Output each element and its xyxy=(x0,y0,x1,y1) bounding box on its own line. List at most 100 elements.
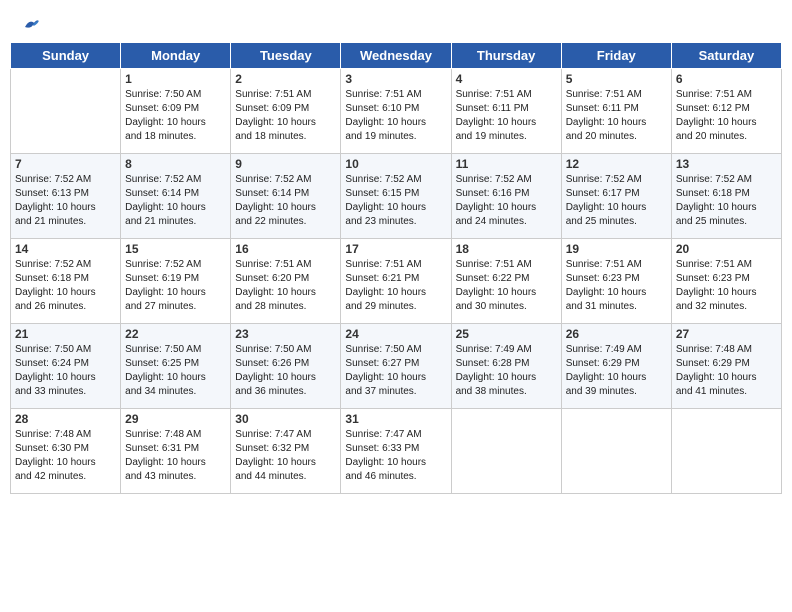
day-info: Sunrise: 7:51 AMSunset: 6:21 PMDaylight:… xyxy=(345,258,446,314)
calendar-cell: 27 Sunrise: 7:48 AMSunset: 6:29 PMDayligh… xyxy=(671,324,781,409)
day-info: Sunrise: 7:52 AMSunset: 6:18 PMDaylight:… xyxy=(15,258,116,314)
day-number: 17 xyxy=(345,242,446,256)
day-number: 9 xyxy=(235,157,336,171)
day-number: 18 xyxy=(456,242,557,256)
day-number: 25 xyxy=(456,327,557,341)
day-info: Sunrise: 7:52 AMSunset: 6:17 PMDaylight:… xyxy=(566,173,667,229)
calendar-cell: 26 Sunrise: 7:49 AMSunset: 6:29 PMDayligh… xyxy=(561,324,671,409)
day-number: 6 xyxy=(676,72,777,86)
day-info: Sunrise: 7:50 AMSunset: 6:26 PMDaylight:… xyxy=(235,343,336,399)
day-info: Sunrise: 7:52 AMSunset: 6:13 PMDaylight:… xyxy=(15,173,116,229)
day-number: 5 xyxy=(566,72,667,86)
calendar-cell: 18 Sunrise: 7:51 AMSunset: 6:22 PMDayligh… xyxy=(451,239,561,324)
calendar-cell: 13Sunrise: 7:52 AMSunset: 6:18 PMDayligh… xyxy=(671,154,781,239)
day-number: 24 xyxy=(345,327,446,341)
calendar-cell: 29 Sunrise: 7:48 AMSunset: 6:31 PMDayligh… xyxy=(121,409,231,494)
day-info: Sunrise: 7:52 AMSunset: 6:14 PMDaylight:… xyxy=(235,173,336,229)
calendar-cell: 19Sunrise: 7:51 AMSunset: 6:23 PMDayligh… xyxy=(561,239,671,324)
calendar-table: SundayMondayTuesdayWednesdayThursdayFrid… xyxy=(10,42,782,494)
day-info: Sunrise: 7:49 AMSunset: 6:28 PMDaylight:… xyxy=(456,343,557,399)
day-info: Sunrise: 7:50 AMSunset: 6:27 PMDaylight:… xyxy=(345,343,446,399)
day-info: Sunrise: 7:48 AMSunset: 6:29 PMDaylight:… xyxy=(676,343,777,399)
page-header xyxy=(10,10,782,34)
calendar-cell: 15 Sunrise: 7:52 AMSunset: 6:19 PMDayligh… xyxy=(121,239,231,324)
day-number: 26 xyxy=(566,327,667,341)
day-info: Sunrise: 7:51 AMSunset: 6:10 PMDaylight:… xyxy=(345,88,446,144)
weekday-header-monday: Monday xyxy=(121,43,231,69)
day-info: Sunrise: 7:47 AMSunset: 6:32 PMDaylight:… xyxy=(235,428,336,484)
day-number: 1 xyxy=(125,72,226,86)
day-info: Sunrise: 7:50 AMSunset: 6:09 PMDaylight:… xyxy=(125,88,226,144)
calendar-cell: 20Sunrise: 7:51 AMSunset: 6:23 PMDayligh… xyxy=(671,239,781,324)
calendar-cell: 7Sunrise: 7:52 AMSunset: 6:13 PMDaylight… xyxy=(11,154,121,239)
weekday-header-row: SundayMondayTuesdayWednesdayThursdayFrid… xyxy=(11,43,782,69)
day-number: 3 xyxy=(345,72,446,86)
day-number: 27 xyxy=(676,327,777,341)
calendar-cell: 10 Sunrise: 7:52 AMSunset: 6:15 PMDayligh… xyxy=(341,154,451,239)
day-number: 8 xyxy=(125,157,226,171)
day-info: Sunrise: 7:50 AMSunset: 6:25 PMDaylight:… xyxy=(125,343,226,399)
day-info: Sunrise: 7:52 AMSunset: 6:16 PMDaylight:… xyxy=(456,173,557,229)
calendar-cell: 6 Sunrise: 7:51 AMSunset: 6:12 PMDaylight… xyxy=(671,69,781,154)
calendar-cell: 4 Sunrise: 7:51 AMSunset: 6:11 PMDaylight… xyxy=(451,69,561,154)
day-info: Sunrise: 7:48 AMSunset: 6:30 PMDaylight:… xyxy=(15,428,116,484)
calendar-cell: 22Sunrise: 7:50 AMSunset: 6:25 PMDayligh… xyxy=(121,324,231,409)
calendar-cell: 21 Sunrise: 7:50 AMSunset: 6:24 PMDayligh… xyxy=(11,324,121,409)
weekday-header-thursday: Thursday xyxy=(451,43,561,69)
logo-bird-icon xyxy=(22,15,40,33)
calendar-cell xyxy=(671,409,781,494)
day-info: Sunrise: 7:51 AMSunset: 6:22 PMDaylight:… xyxy=(456,258,557,314)
day-number: 16 xyxy=(235,242,336,256)
calendar-cell: 14 Sunrise: 7:52 AMSunset: 6:18 PMDayligh… xyxy=(11,239,121,324)
day-number: 21 xyxy=(15,327,116,341)
day-number: 23 xyxy=(235,327,336,341)
calendar-cell: 17 Sunrise: 7:51 AMSunset: 6:21 PMDayligh… xyxy=(341,239,451,324)
weekday-header-saturday: Saturday xyxy=(671,43,781,69)
calendar-cell: 25 Sunrise: 7:49 AMSunset: 6:28 PMDayligh… xyxy=(451,324,561,409)
day-info: Sunrise: 7:48 AMSunset: 6:31 PMDaylight:… xyxy=(125,428,226,484)
day-info: Sunrise: 7:51 AMSunset: 6:20 PMDaylight:… xyxy=(235,258,336,314)
day-info: Sunrise: 7:52 AMSunset: 6:15 PMDaylight:… xyxy=(345,173,446,229)
day-number: 14 xyxy=(15,242,116,256)
day-number: 28 xyxy=(15,412,116,426)
calendar-cell: 8 Sunrise: 7:52 AMSunset: 6:14 PMDaylight… xyxy=(121,154,231,239)
day-info: Sunrise: 7:52 AMSunset: 6:14 PMDaylight:… xyxy=(125,173,226,229)
calendar-cell: 23 Sunrise: 7:50 AMSunset: 6:26 PMDayligh… xyxy=(231,324,341,409)
day-info: Sunrise: 7:51 AMSunset: 6:12 PMDaylight:… xyxy=(676,88,777,144)
weekday-header-tuesday: Tuesday xyxy=(231,43,341,69)
calendar-week-row: 1 Sunrise: 7:50 AMSunset: 6:09 PMDaylight… xyxy=(11,69,782,154)
day-number: 12 xyxy=(566,157,667,171)
calendar-cell: 5 Sunrise: 7:51 AMSunset: 6:11 PMDaylight… xyxy=(561,69,671,154)
calendar-week-row: 7Sunrise: 7:52 AMSunset: 6:13 PMDaylight… xyxy=(11,154,782,239)
day-info: Sunrise: 7:51 AMSunset: 6:11 PMDaylight:… xyxy=(456,88,557,144)
calendar-cell: 1 Sunrise: 7:50 AMSunset: 6:09 PMDaylight… xyxy=(121,69,231,154)
calendar-cell xyxy=(11,69,121,154)
calendar-cell: 12 Sunrise: 7:52 AMSunset: 6:17 PMDayligh… xyxy=(561,154,671,239)
day-info: Sunrise: 7:52 AMSunset: 6:19 PMDaylight:… xyxy=(125,258,226,314)
weekday-header-wednesday: Wednesday xyxy=(341,43,451,69)
day-number: 30 xyxy=(235,412,336,426)
day-info: Sunrise: 7:49 AMSunset: 6:29 PMDaylight:… xyxy=(566,343,667,399)
day-number: 11 xyxy=(456,157,557,171)
calendar-week-row: 21 Sunrise: 7:50 AMSunset: 6:24 PMDayligh… xyxy=(11,324,782,409)
day-number: 19 xyxy=(566,242,667,256)
day-info: Sunrise: 7:50 AMSunset: 6:24 PMDaylight:… xyxy=(15,343,116,399)
calendar-cell: 28 Sunrise: 7:48 AMSunset: 6:30 PMDayligh… xyxy=(11,409,121,494)
weekday-header-sunday: Sunday xyxy=(11,43,121,69)
day-number: 29 xyxy=(125,412,226,426)
day-number: 2 xyxy=(235,72,336,86)
day-info: Sunrise: 7:51 AMSunset: 6:09 PMDaylight:… xyxy=(235,88,336,144)
calendar-cell: 2 Sunrise: 7:51 AMSunset: 6:09 PMDaylight… xyxy=(231,69,341,154)
calendar-cell: 16 Sunrise: 7:51 AMSunset: 6:20 PMDayligh… xyxy=(231,239,341,324)
weekday-header-friday: Friday xyxy=(561,43,671,69)
day-info: Sunrise: 7:51 AMSunset: 6:11 PMDaylight:… xyxy=(566,88,667,144)
calendar-week-row: 28 Sunrise: 7:48 AMSunset: 6:30 PMDayligh… xyxy=(11,409,782,494)
calendar-cell: 9 Sunrise: 7:52 AMSunset: 6:14 PMDaylight… xyxy=(231,154,341,239)
day-number: 20 xyxy=(676,242,777,256)
day-info: Sunrise: 7:52 AMSunset: 6:18 PMDaylight:… xyxy=(676,173,777,229)
day-number: 15 xyxy=(125,242,226,256)
calendar-cell: 30 Sunrise: 7:47 AMSunset: 6:32 PMDayligh… xyxy=(231,409,341,494)
day-number: 4 xyxy=(456,72,557,86)
day-info: Sunrise: 7:47 AMSunset: 6:33 PMDaylight:… xyxy=(345,428,446,484)
day-number: 10 xyxy=(345,157,446,171)
